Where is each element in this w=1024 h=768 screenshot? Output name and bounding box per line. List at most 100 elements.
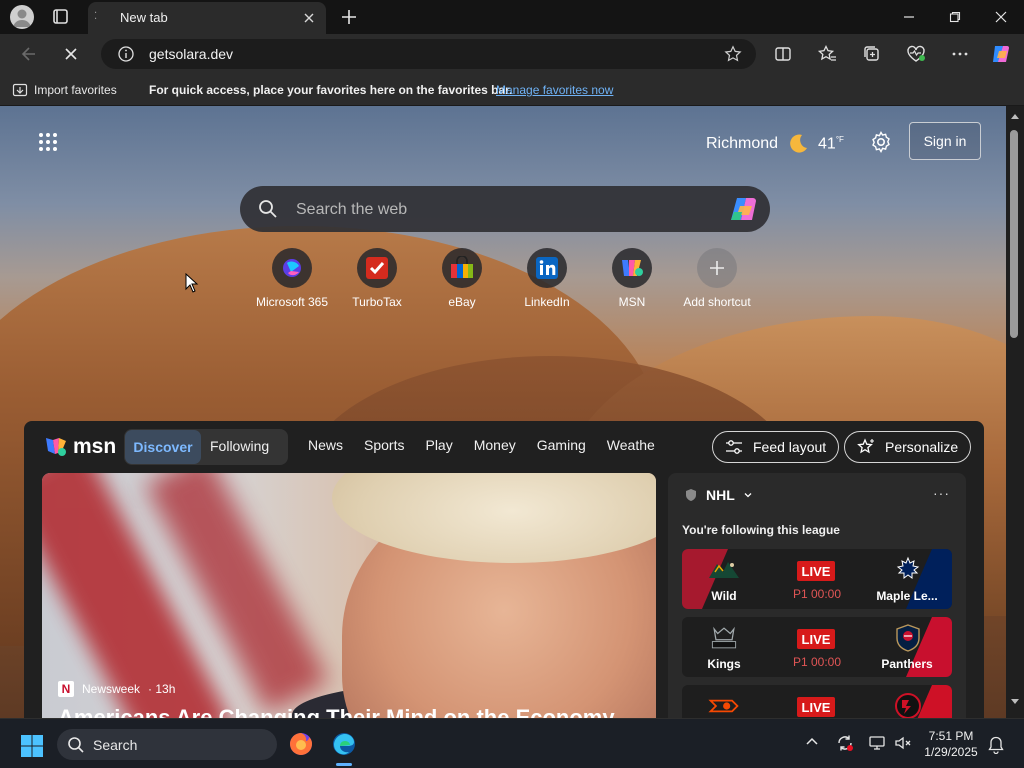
tab-following[interactable]: Following (210, 438, 269, 454)
shortcut-label: eBay (448, 295, 476, 309)
weather-city: Richmond (706, 135, 779, 152)
collections-icon[interactable] (859, 42, 885, 66)
favorites-message: For quick access, place your favorites h… (149, 83, 513, 97)
taskbar-clock[interactable]: 7:51 PM 1/29/2025 (914, 728, 988, 760)
nhl-more-button[interactable]: ··· (933, 485, 950, 501)
linkedin-icon (527, 248, 567, 288)
app-launcher-icon[interactable] (38, 132, 58, 152)
category-news[interactable]: News (308, 437, 343, 453)
split-screen-icon[interactable] (770, 42, 796, 66)
sync-icon[interactable] (836, 734, 854, 752)
sign-in-button[interactable]: Sign in (909, 122, 981, 160)
profile-avatar[interactable] (10, 5, 34, 29)
notification-bell-icon[interactable] (988, 736, 1004, 754)
web-search-box[interactable]: Search the web (240, 186, 770, 232)
chevron-up-icon[interactable] (805, 735, 819, 749)
nhl-league-selector[interactable]: NHL (684, 487, 753, 503)
home-team: Wild (711, 589, 737, 603)
back-button[interactable] (16, 42, 42, 66)
category-gaming[interactable]: Gaming (537, 437, 586, 453)
shortcut-label: LinkedIn (524, 295, 570, 309)
moon-icon (786, 132, 810, 156)
new-tab-button[interactable] (338, 6, 360, 28)
nhl-following-note: You're following this league (682, 523, 840, 537)
firefox-taskbar-icon[interactable] (285, 728, 317, 760)
address-url[interactable]: getsolara.dev (149, 46, 233, 62)
game-row[interactable]: Kings LIVE P1 00:00 Panthers (682, 617, 952, 677)
shortcut-turbotax[interactable]: TurboTax (335, 248, 419, 309)
tab-new-tab[interactable]: ⁚ New tab (88, 2, 326, 34)
stop-loading-button[interactable] (58, 42, 84, 66)
search-input[interactable]: Search the web (296, 201, 407, 219)
category-weather[interactable]: Weathe (607, 437, 655, 453)
windows-logo-icon (21, 735, 43, 757)
import-favorites-button[interactable]: Import favorites (12, 82, 117, 98)
edge-taskbar-icon[interactable] (328, 728, 360, 760)
close-tab-icon[interactable] (300, 9, 318, 27)
page-scrollbar[interactable] (1006, 106, 1024, 718)
hero-article-card[interactable]: N Newsweek · 13h Americans Are Changing … (42, 473, 656, 718)
tab-discover[interactable]: Discover (125, 430, 201, 464)
address-bar[interactable]: getsolara.dev (101, 39, 756, 69)
category-sports[interactable]: Sports (364, 437, 404, 453)
page-settings-icon[interactable] (869, 130, 893, 154)
scrollbar-thumb[interactable] (1010, 130, 1018, 338)
import-favorites-icon (12, 83, 28, 97)
shortcut-microsoft-365[interactable]: Microsoft 365 (250, 248, 334, 309)
network-icon[interactable] (868, 734, 886, 752)
feed-layout-label: Feed layout (753, 439, 827, 455)
tab-loading-icon: ⁚ (94, 11, 98, 22)
active-app-indicator (336, 763, 352, 766)
feed-layout-button[interactable]: Feed layout (712, 431, 840, 463)
microsoft365-icon (272, 248, 312, 288)
add-shortcut-button[interactable]: Add shortcut (675, 248, 759, 309)
volume-muted-icon[interactable] (894, 734, 912, 752)
tab-actions-icon[interactable] (48, 6, 72, 28)
favorite-star-icon[interactable] (724, 45, 742, 63)
site-info-icon[interactable] (117, 45, 135, 63)
nhl-scores-card: NHL ··· You're following this league Wil… (668, 473, 966, 718)
shortcut-label: Add shortcut (683, 295, 751, 309)
sliders-icon (726, 440, 742, 454)
shortcut-linkedin[interactable]: LinkedIn (505, 248, 589, 309)
personalize-button[interactable]: Personalize (844, 431, 972, 463)
shortcut-ebay[interactable]: eBay (420, 248, 504, 309)
ebay-icon (442, 248, 482, 288)
game-row[interactable]: Wild LIVE P1 00:00 Maple Le... (682, 549, 952, 609)
taskbar-search[interactable]: Search (57, 729, 277, 760)
category-money[interactable]: Money (474, 437, 516, 453)
article-source-name: Newsweek (82, 682, 141, 696)
weather-widget[interactable]: Richmond 41°F (706, 132, 844, 156)
away-team: Panthers (881, 657, 933, 671)
live-badge: LIVE (797, 629, 835, 649)
game-period: P1 00:00 (792, 655, 842, 669)
maple-leafs-logo-icon (891, 555, 925, 585)
restore-button[interactable] (932, 0, 978, 34)
close-window-button[interactable] (978, 0, 1024, 34)
more-options-icon[interactable] (947, 42, 973, 66)
clock-time: 7:51 PM (928, 729, 974, 743)
article-title[interactable]: Americans Are Changing Their Mind on the… (58, 705, 615, 718)
wild-logo-icon (707, 555, 741, 585)
feed-toggle: Discover Following (124, 429, 288, 465)
msn-logo[interactable]: msn (44, 435, 116, 459)
copilot-icon[interactable] (988, 42, 1014, 66)
search-icon (258, 199, 278, 219)
nhl-title: NHL (706, 487, 735, 503)
search-icon (68, 737, 84, 753)
scroll-up-icon[interactable] (1010, 112, 1020, 120)
favorites-icon[interactable] (814, 42, 840, 66)
start-button[interactable] (20, 734, 44, 758)
shortcut-label: Microsoft 365 (255, 295, 329, 309)
chevron-down-icon (744, 493, 752, 498)
game-period: P1 00:00 (792, 587, 842, 601)
category-play[interactable]: Play (425, 437, 452, 453)
minimize-button[interactable] (886, 0, 932, 34)
shortcut-msn[interactable]: MSN (590, 248, 674, 309)
game-row[interactable]: LIVE (682, 685, 952, 718)
manage-favorites-link[interactable]: Manage favorites now (496, 83, 613, 97)
article-source: N Newsweek · 13h (58, 681, 175, 697)
scroll-down-icon[interactable] (1010, 698, 1020, 706)
copilot-search-icon[interactable] (728, 195, 760, 223)
browser-essentials-icon[interactable] (903, 42, 929, 66)
